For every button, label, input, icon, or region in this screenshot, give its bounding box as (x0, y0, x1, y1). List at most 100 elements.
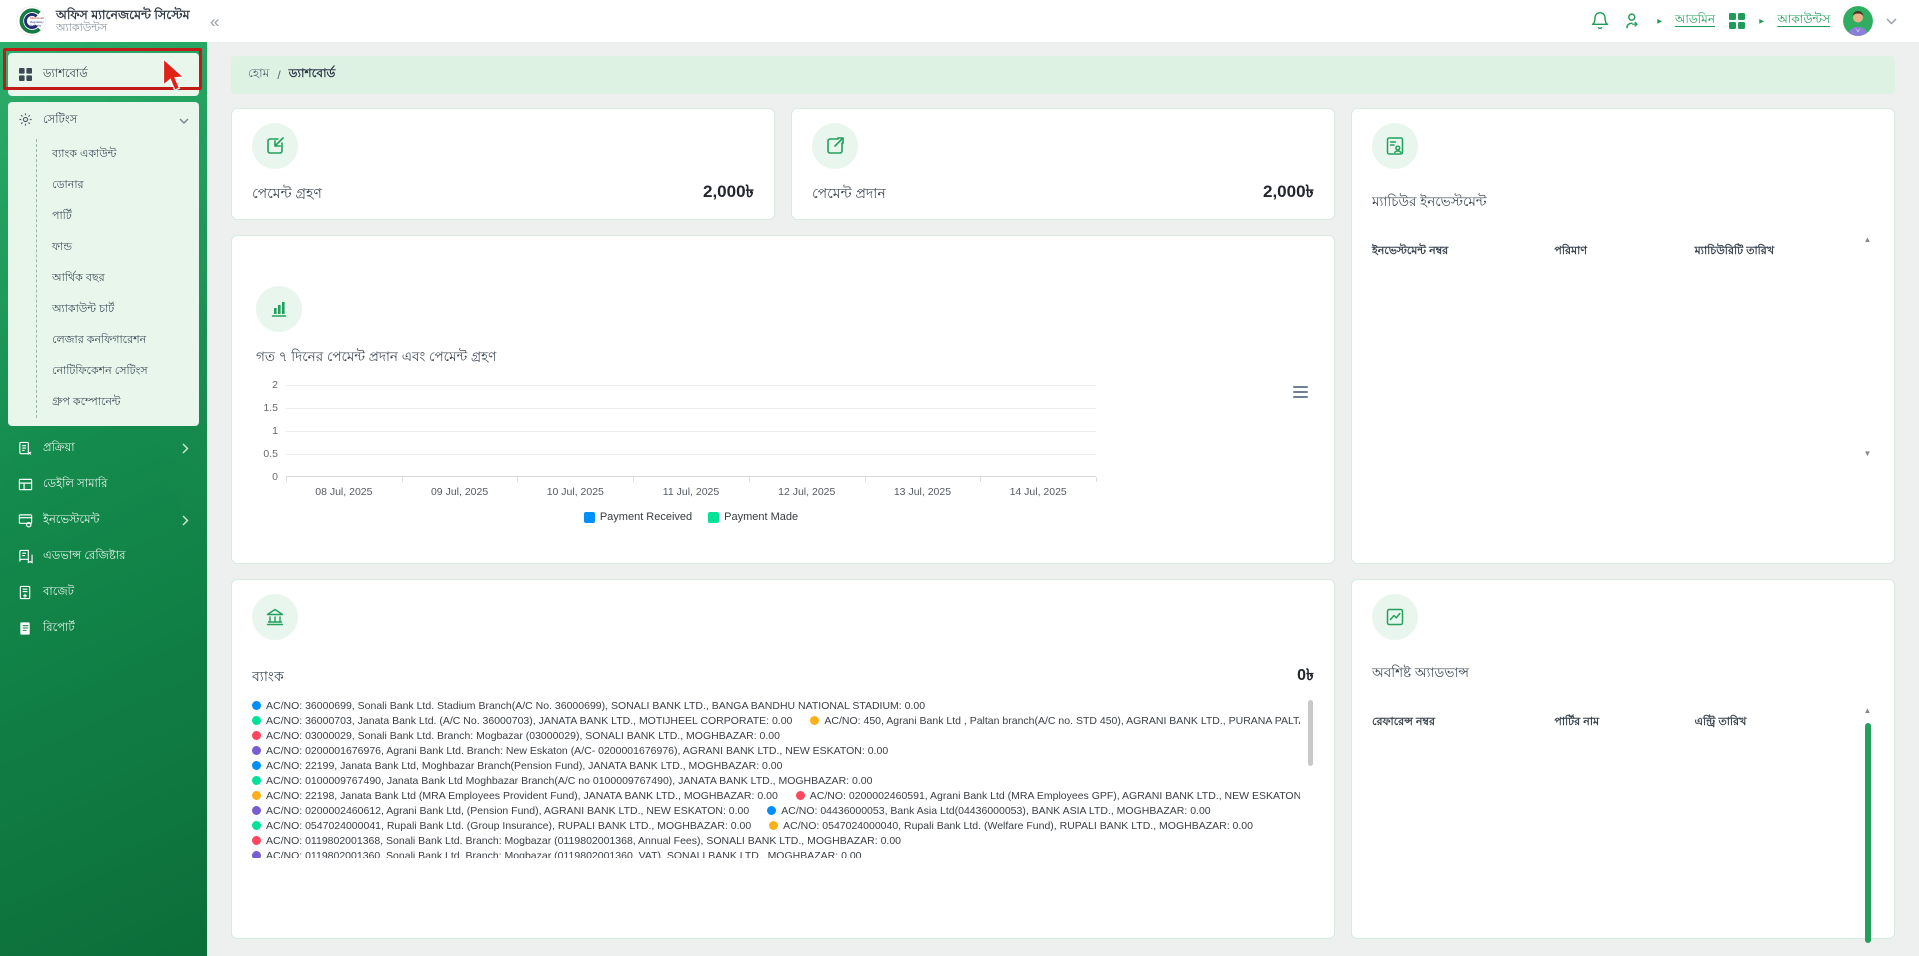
mature-investment-scrollbar: ▲ ▼ (1861, 236, 1874, 458)
user-switch-icon[interactable] (1623, 11, 1644, 32)
sidebar-item-fund[interactable]: ফান্ড (37, 232, 199, 263)
x-tick (865, 477, 866, 482)
bank-account-entry[interactable]: AC/NO: 36000699, Sonali Bank Ltd. Stadiu… (252, 700, 925, 712)
legend-dot-icon (252, 731, 261, 740)
bank-list-scrollbar[interactable] (1308, 700, 1313, 766)
legend-item[interactable]: Payment Made (708, 511, 798, 523)
legend-dot-icon (767, 806, 776, 815)
bank-account-text: AC/NO: 22199, Janata Bank Ltd, Moghbazar… (266, 760, 782, 772)
report-icon (18, 621, 33, 636)
sidebar-item-label: প্রক্রিয়া (43, 439, 75, 458)
bank-account-entry[interactable]: AC/NO: 0100009767490, Janata Bank Ltd Mo… (252, 775, 872, 787)
bank-account-text: AC/NO: 0200001676976, Agrani Bank Ltd. B… (266, 745, 888, 757)
legend-dot-icon (796, 791, 805, 800)
sidebar-item-advance-register[interactable]: এডভান্স রেজিষ্টার (8, 540, 199, 573)
bank-icon (252, 594, 298, 640)
x-tick-label: 11 Jul, 2025 (633, 486, 749, 498)
bank-account-entry[interactable]: AC/NO: 0547024000040, Rupali Bank Ltd. (… (769, 820, 1253, 832)
sidebar-item-account-chart[interactable]: অ্যাকাউন্ট চার্ট (37, 294, 199, 325)
admin-link[interactable]: আডমিন (1675, 11, 1715, 31)
payment-made-card: পেমেন্ট প্রদান 2,000৳ (791, 108, 1335, 220)
app-brand: Microcredit Regulatory Authority অফিস ম্… (0, 6, 196, 36)
x-tick (1096, 477, 1097, 482)
bank-account-entry[interactable]: AC/NO: 22199, Janata Bank Ltd, Moghbazar… (252, 760, 782, 772)
bank-account-entry[interactable]: AC/NO: 03000029, Sonali Bank Ltd. Branch… (252, 730, 780, 742)
sidebar-item-label: ড্যাশবোর্ড (43, 65, 88, 84)
bank-account-entry[interactable]: AC/NO: 0547024000041, Rupali Bank Ltd. (… (252, 820, 751, 832)
bank-account-text: AC/NO: 0119802001360, Sonali Bank Ltd. B… (266, 850, 862, 859)
bank-account-entry[interactable]: AC/NO: 0119802001368, Sonali Bank Ltd. B… (252, 835, 901, 847)
profile-chevron-down-icon[interactable] (1886, 18, 1897, 25)
bar-group (749, 385, 865, 477)
bank-list-row: AC/NO: 36000699, Sonali Bank Ltd. Stadiu… (252, 698, 1300, 713)
bank-account-entry[interactable]: AC/NO: 0119802001360, Sonali Bank Ltd. B… (252, 850, 862, 859)
legend-dot-icon (252, 701, 261, 710)
sidebar-collapse-button[interactable]: « (210, 13, 219, 30)
breadcrumb-home[interactable]: হোম (248, 65, 269, 85)
notification-bell-icon[interactable] (1590, 11, 1610, 31)
sidebar-item-fiscal-year[interactable]: আর্থিক বছর (37, 263, 199, 294)
bank-account-entry[interactable]: AC/NO: 0200002460591, Agrani Bank Ltd (M… (796, 790, 1300, 802)
legend-dot-icon (810, 716, 819, 725)
sidebar-item-dashboard[interactable]: ড্যাশবোর্ড (8, 53, 199, 96)
breadcrumb-separator: / (277, 68, 280, 82)
bar-group (980, 385, 1096, 477)
x-tick (980, 477, 981, 482)
caret-right-icon: ▶ (1759, 17, 1764, 24)
bank-account-text: AC/NO: 04436000053, Bank Asia Ltd(044360… (781, 805, 1210, 817)
bank-account-text: AC/NO: 0547024000040, Rupali Bank Ltd. (… (783, 820, 1253, 832)
chart-legend: Payment Received Payment Made (286, 511, 1096, 523)
advance-register-icon (18, 549, 33, 564)
sidebar: ড্যাশবোর্ড সেটিংস ব্যাংক একাউন্টডোনারপার… (0, 42, 207, 956)
sidebar-item-notification-settings[interactable]: নোটিফিকেশন সেটিংস (37, 356, 199, 387)
header-actions: ▶ আডমিন ▶ আকাউন্টস (1590, 6, 1919, 36)
user-avatar[interactable] (1843, 6, 1873, 36)
sidebar-item-donor[interactable]: ডোনার (37, 170, 199, 201)
column-header: পরিমাণ (1554, 242, 1694, 261)
bank-account-entry[interactable]: AC/NO: 0200001676976, Agrani Bank Ltd. B… (252, 745, 888, 757)
chart-plot-area (286, 385, 1096, 477)
y-tick-label: 0.5 (263, 448, 278, 460)
bank-account-entry[interactable]: AC/NO: 22198, Janata Bank Ltd (MRA Emplo… (252, 790, 778, 802)
sidebar-item-report[interactable]: রিপোর্ট (8, 612, 199, 645)
chart-menu-icon[interactable] (1293, 386, 1308, 398)
sidebar-item-settings[interactable]: সেটিংস (8, 102, 199, 139)
accounts-module-link[interactable]: আকাউন্টস (1777, 11, 1830, 31)
payment-made-icon (812, 123, 858, 169)
bank-account-text: AC/NO: 0119802001368, Sonali Bank Ltd. B… (266, 835, 901, 847)
sidebar-item-process[interactable]: প্রক্রিয়া (8, 432, 199, 465)
bank-total-value: 0৳ (1297, 662, 1314, 689)
mature-investment-card: ম্যাচিউর ইনভেস্টমেন্ট ইনভেস্টমেন্ট নম্বর… (1351, 108, 1895, 564)
bank-account-entry[interactable]: AC/NO: 0200002460612, Agrani Bank Ltd, (… (252, 805, 749, 817)
bank-list-row: AC/NO: 36000703, Janata Bank Ltd. (A/C N… (252, 713, 1300, 728)
sidebar-item-investment[interactable]: ইনভেস্টমেন্ট (8, 504, 199, 537)
bank-list-row: AC/NO: 22198, Janata Bank Ltd (MRA Emplo… (252, 788, 1300, 803)
bank-account-entry[interactable]: AC/NO: 450, Agrani Bank Ltd , Paltan bra… (810, 715, 1300, 727)
bank-list-row: AC/NO: 0547024000041, Rupali Bank Ltd. (… (252, 818, 1300, 833)
scroll-up-icon[interactable]: ▲ (1864, 707, 1872, 715)
x-tick (286, 477, 287, 482)
legend-item[interactable]: Payment Received (584, 511, 692, 523)
sidebar-item-ledger-configuration[interactable]: লেজার কনফিগারেশন (37, 325, 199, 356)
app-logo-icon: Microcredit Regulatory Authority (16, 6, 46, 36)
gear-icon (18, 112, 33, 130)
bank-account-entry[interactable]: AC/NO: 04436000053, Bank Asia Ltd(044360… (767, 805, 1210, 817)
sidebar-item-daily-summary[interactable]: ডেইলি সামারি (8, 468, 199, 501)
legend-label: Payment Received (600, 511, 692, 523)
apps-grid-icon[interactable] (1728, 12, 1746, 30)
sidebar-item-group-component[interactable]: গ্রুপ কম্পোনেন্ট (37, 387, 199, 418)
sidebar-item-label: বাজেট (43, 583, 74, 602)
scroll-down-icon[interactable]: ▼ (1864, 450, 1872, 458)
remaining-advance-icon (1372, 594, 1418, 640)
scroll-up-icon[interactable]: ▲ (1864, 236, 1872, 244)
bank-title: ব্যাংক (252, 665, 284, 689)
y-tick-label: 1 (272, 425, 278, 437)
bank-account-text: AC/NO: 0200002460612, Agrani Bank Ltd, (… (266, 805, 749, 817)
sidebar-item-party[interactable]: পার্টি (37, 201, 199, 232)
caret-right-icon: ▶ (1657, 17, 1662, 24)
bank-account-entry[interactable]: AC/NO: 36000703, Janata Bank Ltd. (A/C N… (252, 715, 792, 727)
remaining-advance-scroll-thumb[interactable] (1865, 723, 1871, 943)
sidebar-item-budget[interactable]: বাজেট (8, 576, 199, 609)
x-tick-label: 10 Jul, 2025 (517, 486, 633, 498)
sidebar-item-bank-account[interactable]: ব্যাংক একাউন্ট (37, 139, 199, 170)
